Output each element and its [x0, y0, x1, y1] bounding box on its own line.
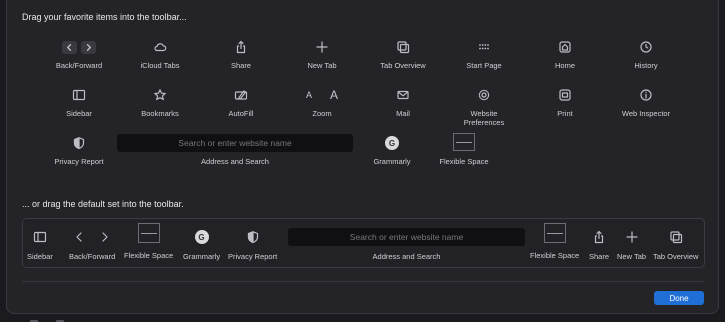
- plus-icon: [625, 230, 639, 244]
- palette-item-icloud-tabs[interactable]: iCloud Tabs: [118, 38, 202, 70]
- share-icon: [234, 40, 248, 54]
- shield-icon: [72, 136, 86, 150]
- share-icon: [592, 230, 606, 244]
- palette-item-history[interactable]: History: [604, 38, 688, 70]
- default-label: Sidebar: [27, 252, 53, 261]
- clock-icon: [639, 40, 653, 54]
- default-item-address-and-search: Search or enter website name Address and…: [288, 228, 525, 261]
- cloud-icon: [153, 40, 167, 54]
- palette-heading: Drag your favorite items into the toolba…: [22, 12, 187, 22]
- palette-item-home[interactable]: Home: [523, 38, 607, 70]
- palette-label: Address and Search: [201, 157, 269, 166]
- address-search-field: Search or enter website name: [288, 228, 525, 246]
- flexible-space-icon: [137, 223, 160, 243]
- palette-item-new-tab[interactable]: New Tab: [280, 38, 364, 70]
- default-label: Back/Forward: [69, 252, 116, 261]
- default-item-flexible-space-2: Flexible Space: [530, 221, 579, 260]
- palette-item-address-and-search[interactable]: Search or enter website name Address and…: [117, 134, 353, 166]
- palette-label: Zoom: [312, 109, 332, 118]
- info-icon: [639, 88, 653, 102]
- palette-item-autofill[interactable]: AutoFill: [199, 86, 283, 118]
- star-icon: [153, 88, 167, 102]
- palette-label: Mail: [396, 109, 410, 118]
- palette-label: Tab Overview: [380, 61, 426, 70]
- default-label: Flexible Space: [530, 251, 580, 260]
- default-label: Share: [589, 252, 610, 261]
- shield-icon: [246, 230, 260, 244]
- palette-label: iCloud Tabs: [140, 61, 180, 70]
- grammarly-icon: G: [194, 230, 209, 244]
- address-search-field: Search or enter website name: [117, 134, 353, 152]
- default-item-new-tab: New Tab: [617, 228, 646, 261]
- default-label: Tab Overview: [653, 252, 699, 261]
- customize-toolbar-sheet: Drag your favorite items into the toolba…: [6, 0, 719, 314]
- zoom-out-icon: A: [305, 90, 312, 100]
- palette-label: History: [634, 61, 658, 70]
- palette-item-web-inspector[interactable]: Web Inspector: [604, 86, 688, 118]
- default-item-flexible-space: Flexible Space: [124, 221, 173, 260]
- palette-label: Flexible Space: [439, 157, 489, 166]
- palette-label: Print: [557, 109, 573, 118]
- printer-icon: [558, 88, 572, 102]
- palette-label: New Tab: [307, 61, 337, 70]
- forward-icon: [81, 40, 96, 54]
- grid-icon: [477, 40, 491, 54]
- grammarly-icon: G: [385, 136, 399, 150]
- palette-item-tab-overview[interactable]: Tab Overview: [361, 38, 445, 70]
- default-set-heading: ... or drag the default set into the too…: [22, 199, 184, 209]
- palette-item-print[interactable]: Print: [523, 86, 607, 118]
- palette-label: Grammarly: [373, 157, 411, 166]
- default-toolbar-set[interactable]: Sidebar Back/Forward Flexible Space G Gr…: [22, 218, 705, 268]
- autofill-icon: [234, 88, 248, 102]
- palette-item-zoom[interactable]: A A Zoom: [280, 86, 364, 118]
- palette-item-website-preferences[interactable]: Website Preferences: [442, 86, 526, 127]
- default-item-sidebar: Sidebar: [27, 228, 53, 261]
- default-label: Grammarly: [183, 252, 221, 261]
- tab-overview-icon: [669, 230, 683, 244]
- tab-overview-icon: [396, 40, 410, 54]
- back-icon: [62, 40, 77, 54]
- default-label: Address and Search: [372, 252, 441, 261]
- gear-icon: [477, 88, 491, 102]
- done-button[interactable]: Done: [654, 291, 704, 305]
- flexible-space-icon: [543, 223, 566, 243]
- default-item-back-forward: Back/Forward: [69, 228, 115, 261]
- default-item-share: Share: [589, 228, 609, 261]
- house-icon: [558, 40, 572, 54]
- default-item-tab-overview: Tab Overview: [653, 228, 698, 261]
- default-label: New Tab: [617, 252, 647, 261]
- palette-item-flexible-space[interactable]: Flexible Space: [422, 132, 506, 166]
- palette-label: Web Inspector: [621, 109, 671, 118]
- plus-icon: [315, 40, 329, 54]
- palette-label: Website Preferences: [463, 109, 505, 127]
- default-item-grammarly: G Grammarly: [183, 228, 220, 261]
- sidebar-icon: [33, 230, 47, 244]
- palette-item-privacy-report[interactable]: Privacy Report: [37, 134, 121, 166]
- default-label: Privacy Report: [228, 252, 278, 261]
- palette-label: Home: [554, 61, 575, 70]
- envelope-icon: [396, 88, 410, 102]
- sidebar-icon: [72, 88, 86, 102]
- palette-item-start-page[interactable]: Start Page: [442, 38, 526, 70]
- default-label: Flexible Space: [124, 251, 174, 260]
- forward-icon: [98, 230, 112, 244]
- default-item-privacy-report: Privacy Report: [228, 228, 277, 261]
- palette-item-bookmarks[interactable]: Bookmarks: [118, 86, 202, 118]
- background-window-hint: [30, 316, 90, 322]
- palette-label: Privacy Report: [54, 157, 104, 166]
- flexible-space-icon: [453, 133, 475, 151]
- back-icon: [72, 230, 86, 244]
- palette-item-back-forward[interactable]: Back/Forward: [37, 38, 121, 70]
- palette-item-mail[interactable]: Mail: [361, 86, 445, 118]
- palette-label: AutoFill: [228, 109, 254, 118]
- palette-item-sidebar[interactable]: Sidebar: [37, 86, 121, 118]
- palette-item-share[interactable]: Share: [199, 38, 283, 70]
- palette-label: Back/Forward: [55, 61, 103, 70]
- divider: [22, 281, 705, 282]
- palette-label: Bookmarks: [141, 109, 179, 118]
- palette-label: Share: [230, 61, 251, 70]
- palette-label: Sidebar: [66, 109, 92, 118]
- zoom-in-icon: A: [330, 88, 339, 102]
- palette-label: Start Page: [466, 61, 502, 70]
